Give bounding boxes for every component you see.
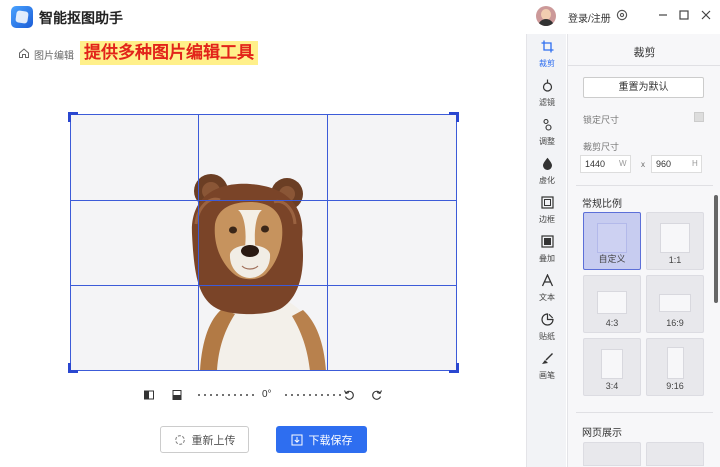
panel-title: 裁剪 <box>633 47 656 59</box>
app-title: 智能抠图助手 <box>39 10 123 26</box>
rail-label: 调整 <box>539 137 555 146</box>
frame-icon <box>541 196 554 209</box>
download-label: 下载保存 <box>308 434 353 447</box>
ratio-preview <box>601 349 623 379</box>
rotation-angle: 0° <box>262 389 272 400</box>
ratio-custom[interactable]: 自定义 <box>583 212 641 270</box>
web-ratio-tile[interactable] <box>646 442 704 466</box>
ratio-preview <box>659 294 691 312</box>
rail-item-blur[interactable]: 虚化 <box>527 155 567 193</box>
breadcrumb[interactable]: 图片编辑 <box>34 47 74 62</box>
flip-vertical-icon[interactable] <box>171 389 183 401</box>
crop-handle-bottom-right[interactable] <box>449 363 459 373</box>
rail-label: 叠加 <box>539 254 555 263</box>
rail-item-filter[interactable]: 滤镜 <box>527 77 567 115</box>
refresh-icon <box>174 434 185 445</box>
rail-item-adjust[interactable]: 调整 <box>527 116 567 154</box>
user-avatar[interactable] <box>536 6 556 26</box>
lock-size-label: 锁定尺寸 <box>583 115 620 125</box>
home-icon[interactable] <box>18 47 30 59</box>
rotate-left-icon[interactable] <box>343 389 355 401</box>
download-icon <box>291 434 302 445</box>
ratio-preview <box>597 291 627 314</box>
ratio-3-4[interactable]: 3:4 <box>583 338 641 396</box>
ratio-label: 9:16 <box>666 381 684 391</box>
ratio-16-9[interactable]: 16:9 <box>646 275 704 333</box>
ratio-section-title: 常规比例 <box>582 199 622 210</box>
minimize-icon[interactable] <box>656 8 670 22</box>
text-icon <box>541 274 554 287</box>
tool-rail: 裁剪 滤镜 调整 虚化 边框 叠加 文本 贴纸 画笔 <box>526 34 566 467</box>
divider <box>576 412 713 413</box>
reset-default-button[interactable]: 重置为默认 <box>583 77 704 98</box>
sticker-icon <box>541 313 554 326</box>
rail-item-frame[interactable]: 边框 <box>527 194 567 232</box>
dimension-times: x <box>641 160 645 169</box>
web-ratio-tile[interactable] <box>583 442 641 466</box>
rotation-slider-left[interactable] <box>196 394 254 396</box>
ratio-9-16[interactable]: 9:16 <box>646 338 704 396</box>
ratio-preview <box>597 223 627 253</box>
divider <box>568 65 720 66</box>
crop-panel: 裁剪 重置为默认 锁定尺寸 裁剪尺寸 1440 W x 960 H 常规比例 自… <box>567 34 720 467</box>
panel-scrollbar[interactable] <box>714 195 718 303</box>
rail-label: 画笔 <box>539 371 555 380</box>
crop-frame[interactable] <box>70 114 457 371</box>
web-section-title: 网页展示 <box>582 428 622 439</box>
rotation-slider-right[interactable] <box>283 394 341 396</box>
crop-size-label: 裁剪尺寸 <box>583 142 620 152</box>
login-register-link[interactable]: 登录/注册 <box>568 10 611 25</box>
blur-icon <box>543 157 552 170</box>
lock-size-checkbox[interactable] <box>694 112 704 122</box>
rail-label: 虚化 <box>539 176 555 185</box>
ratio-label: 3:4 <box>605 381 619 391</box>
rail-label: 贴纸 <box>539 332 555 341</box>
crop-icon <box>541 40 554 53</box>
divider <box>576 185 713 186</box>
crop-handle-bottom-left[interactable] <box>68 363 78 373</box>
ratio-4-3[interactable]: 4:3 <box>583 275 641 333</box>
overlay-icon <box>541 235 554 248</box>
reupload-label: 重新上传 <box>191 434 236 447</box>
reupload-button[interactable]: 重新上传 <box>160 426 249 453</box>
flip-horizontal-icon[interactable] <box>143 389 155 401</box>
rail-item-text[interactable]: 文本 <box>527 272 567 310</box>
rail-label: 边框 <box>539 215 555 224</box>
rail-label: 滤镜 <box>539 98 555 107</box>
filter-icon <box>542 79 553 92</box>
rail-item-brush[interactable]: 画笔 <box>527 350 567 388</box>
rail-item-crop[interactable]: 裁剪 <box>527 38 567 76</box>
gear-icon[interactable] <box>615 8 629 22</box>
ratio-preview <box>660 223 690 253</box>
crop-handle-top-left[interactable] <box>68 112 78 122</box>
download-button[interactable]: 下载保存 <box>276 426 367 453</box>
brush-icon <box>542 353 553 364</box>
app-window: 智能抠图助手 登录/注册 图片编辑 提供多种图片编辑工具 0° 重新上传 下载保… <box>0 0 720 467</box>
crop-handle-top-right[interactable] <box>449 112 459 122</box>
app-logo-icon <box>11 6 33 28</box>
ratio-label: 1:1 <box>668 255 682 265</box>
width-unit: W <box>619 159 627 168</box>
promo-banner: 提供多种图片编辑工具 <box>80 41 258 65</box>
adjust-icon <box>543 118 552 131</box>
ratio-preview <box>667 347 684 379</box>
maximize-icon[interactable] <box>677 8 691 22</box>
rail-item-overlay[interactable]: 叠加 <box>527 233 567 271</box>
ratio-label: 4:3 <box>605 318 619 328</box>
ratio-1-1[interactable]: 1:1 <box>646 212 704 270</box>
ratio-label: 16:9 <box>666 318 684 328</box>
rail-item-sticker[interactable]: 贴纸 <box>527 311 567 349</box>
close-icon[interactable] <box>699 8 713 22</box>
title-bar: 智能抠图助手 登录/注册 <box>0 0 720 34</box>
rotate-right-icon[interactable] <box>371 389 383 401</box>
rail-label: 文本 <box>539 293 555 302</box>
rail-label: 裁剪 <box>539 59 555 68</box>
height-unit: H <box>692 159 698 168</box>
ratio-label: 自定义 <box>598 254 626 264</box>
